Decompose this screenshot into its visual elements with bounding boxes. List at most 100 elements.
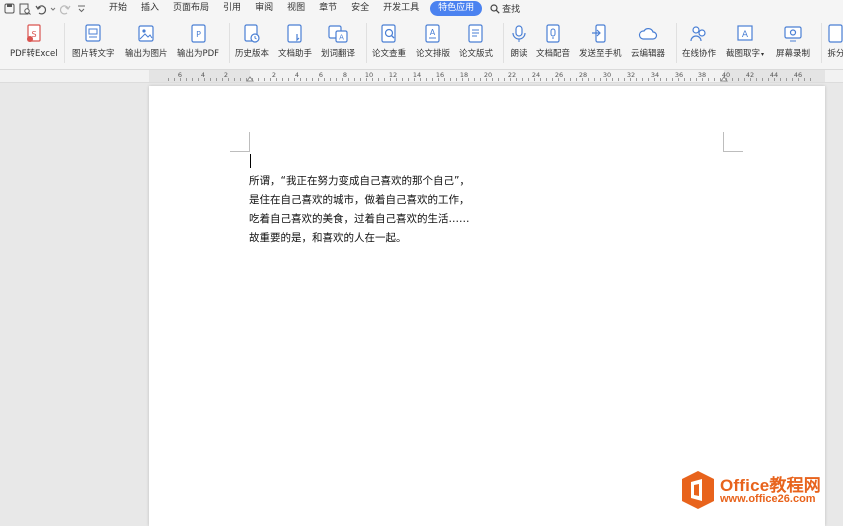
online-collab-button[interactable]: 在线协作 [682, 22, 716, 59]
ribbon-divider [229, 23, 230, 63]
horizontal-ruler[interactable]: 6 4 2 2 4 6 8 10 12 14 16 18 20 22 24 26… [0, 70, 843, 83]
pdf-to-excel-button[interactable]: S PDF转Excel [10, 22, 58, 59]
ruler-number: 30 [602, 71, 612, 79]
ruler-number: 18 [459, 71, 469, 79]
cloud-editor-icon [638, 28, 658, 40]
undo-dropdown-icon[interactable] [50, 2, 56, 16]
ribbon-label: 论文查重 [372, 49, 407, 59]
print-preview-icon[interactable] [18, 2, 32, 16]
office-logo-icon [682, 471, 714, 509]
ruler-number: 4 [294, 71, 300, 79]
margin-corner-top-right [723, 132, 743, 152]
export-pdf-button[interactable]: P 输出为PDF [177, 22, 219, 59]
send-to-phone-button[interactable]: 发送至手机 [579, 22, 622, 59]
ruler-number: 22 [507, 71, 517, 79]
ruler-number: 34 [650, 71, 660, 79]
ribbon-label: 截图取字▾ [726, 49, 765, 59]
tab-page-layout[interactable]: 页面布局 [166, 0, 216, 17]
image-to-text-button[interactable]: 图片转文字 [72, 22, 115, 59]
export-pdf-icon: P [191, 24, 206, 43]
history-icon [244, 24, 260, 43]
paper-check-button[interactable]: 论文查重 [372, 22, 406, 59]
split-button[interactable]: 拆分 [826, 22, 843, 59]
tab-home[interactable]: 开始 [102, 0, 134, 17]
svg-text:A: A [339, 34, 344, 42]
ruler-number: 12 [388, 71, 398, 79]
ribbon-label: 朗读 [510, 49, 528, 59]
ruler-number: 4 [200, 71, 206, 79]
ribbon-label: 输出为PDF [177, 49, 220, 59]
doc-dubbing-button[interactable]: 文档配音 [536, 22, 570, 59]
ruler-number: 42 [745, 71, 755, 79]
undo-icon[interactable] [34, 2, 48, 16]
ruler-ticks [149, 70, 825, 82]
tab-security[interactable]: 安全 [344, 0, 376, 17]
customize-toolbar-icon[interactable] [74, 2, 88, 16]
ribbon-label: 文档配音 [536, 49, 571, 59]
screen-record-button[interactable]: 屏幕录制 [776, 22, 810, 59]
ribbon-label: PDF转Excel [10, 49, 58, 59]
paragraph-line: 吃着自己喜欢的美食，过着自己喜欢的生活…… [249, 213, 470, 225]
tab-view[interactable]: 视图 [280, 0, 312, 17]
svg-text:A: A [742, 30, 749, 40]
ribbon-label: 文档助手 [278, 49, 313, 59]
search-icon [490, 3, 500, 14]
ruler-number: 20 [483, 71, 493, 79]
ribbon-label: 输出为图片 [125, 49, 168, 59]
ruler-number: 10 [364, 71, 374, 79]
ribbon-label: 论文版式 [459, 49, 494, 59]
ruler-number: 44 [769, 71, 779, 79]
ribbon-divider [821, 23, 822, 63]
svg-text:A: A [430, 28, 436, 37]
online-collab-icon [690, 26, 706, 42]
doc-dubbing-icon [546, 24, 560, 43]
paragraph-line: 所谓，“我正在努力变成自己喜欢的那个自己”， [249, 175, 470, 187]
tab-special-features[interactable]: 特色应用 [430, 1, 483, 16]
ruler-number: 32 [626, 71, 636, 79]
paper-format-button[interactable]: 论文版式 [459, 22, 493, 59]
chevron-down-icon[interactable]: ▾ [761, 51, 764, 58]
translate-button[interactable]: A 划词翻译 [321, 22, 355, 59]
ruler-number: 38 [697, 71, 707, 79]
ruler-number: 2 [271, 71, 277, 79]
ruler-number: 2 [223, 71, 229, 79]
paper-layout-button[interactable]: A 论文排版 [416, 22, 450, 59]
text-cursor [250, 154, 251, 168]
tab-chapter[interactable]: 章节 [312, 0, 344, 17]
read-aloud-button[interactable]: 朗读 [510, 22, 528, 59]
site-watermark: Office教程网 www.office26.com [680, 469, 840, 511]
ribbon-label: 在线协作 [682, 49, 717, 59]
ribbon-label: 历史版本 [235, 49, 270, 59]
history-version-button[interactable]: 历史版本 [235, 22, 269, 59]
tab-developer[interactable]: 开发工具 [376, 0, 426, 17]
search-button[interactable]: 查找 [486, 2, 520, 15]
paper-layout-icon: A [425, 24, 440, 43]
ruler-number: 6 [177, 71, 183, 79]
translate-icon: A [328, 25, 348, 43]
screenshot-text-button[interactable]: A 截图取字▾ [726, 22, 764, 60]
doc-assistant-button[interactable]: 文档助手 [278, 22, 312, 59]
read-aloud-icon [512, 25, 526, 42]
paragraph-line: 是住在自己喜欢的城市，做着自己喜欢的工作， [249, 194, 470, 206]
tab-references[interactable]: 引用 [216, 0, 248, 17]
ruler-number: 8 [342, 71, 348, 79]
export-image-button[interactable]: 输出为图片 [125, 22, 168, 59]
ruler-number: 36 [674, 71, 684, 79]
svg-text:P: P [196, 30, 201, 39]
save-icon[interactable] [2, 2, 16, 16]
document-body[interactable]: 所谓，“我正在努力变成自己喜欢的那个自己”， 是住在自己喜欢的城市，做着自己喜欢… [249, 172, 470, 248]
redo-icon[interactable] [58, 2, 72, 16]
document-workspace: 所谓，“我正在努力变成自己喜欢的那个自己”， 是住在自己喜欢的城市，做着自己喜欢… [0, 83, 843, 526]
split-icon [828, 24, 843, 43]
ribbon-divider [676, 23, 677, 63]
document-page[interactable]: 所谓，“我正在努力变成自己喜欢的那个自己”， 是住在自己喜欢的城市，做着自己喜欢… [149, 86, 825, 526]
ribbon-divider [64, 23, 65, 63]
cloud-editor-button[interactable]: 云编辑器 [631, 22, 665, 59]
tab-review[interactable]: 审阅 [248, 0, 280, 17]
ribbon-label: 屏幕录制 [776, 49, 811, 59]
menu-tabs: 开始 插入 页面布局 引用 审阅 视图 章节 安全 开发工具 特色应用 查找 [102, 0, 520, 17]
tab-insert[interactable]: 插入 [134, 0, 166, 17]
paper-check-icon [381, 24, 396, 43]
ribbon-label: 发送至手机 [579, 49, 622, 59]
search-label: 查找 [502, 5, 521, 15]
